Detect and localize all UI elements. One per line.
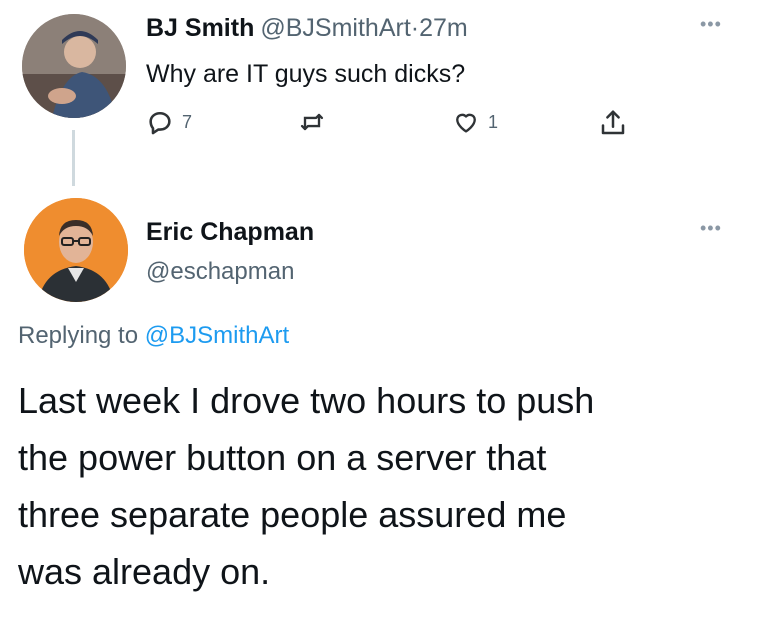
author-handle[interactable]: @BJSmithArt [260, 14, 410, 42]
reply-icon [149, 111, 171, 135]
author-handle[interactable]: @eschapman [146, 258, 294, 286]
like-count: 1 [488, 111, 499, 132]
author-name[interactable]: BJ Smith [146, 14, 254, 42]
avatar-photo-eric-chapman [24, 198, 128, 302]
thread-connector-line [72, 130, 75, 186]
more-options-icon[interactable]: ••• [700, 14, 722, 35]
tweet-time[interactable]: 27m [419, 14, 468, 42]
author-meta: @BJSmithArt·27m [260, 14, 467, 42]
replying-to-prefix: Replying to [18, 322, 139, 349]
replying-to-line: Replying to @BJSmithArt [18, 322, 289, 350]
tweet-body-line: the power button on a server that [18, 437, 547, 478]
avatar-photo-bj-smith [22, 14, 126, 118]
avatar-eric-chapman[interactable] [24, 198, 128, 302]
reply-button[interactable]: 7 [146, 108, 192, 136]
tweet2-body: Last week I drove two hours to push the … [18, 372, 738, 600]
reply-count: 7 [182, 111, 193, 132]
tweet1-action-bar: 7 1 [146, 108, 646, 148]
like-button[interactable]: 1 [452, 108, 498, 136]
tweet1-header: BJ Smith @BJSmithArt·27m [146, 14, 468, 43]
retweet-icon [300, 113, 324, 131]
more-options-icon[interactable]: ••• [700, 218, 722, 239]
tweet-body-line: was already on. [18, 551, 271, 592]
tweet-body-line: Last week I drove two hours to push [18, 380, 595, 421]
meta-separator: · [410, 14, 420, 42]
retweet-button[interactable] [298, 108, 334, 136]
avatar-bj-smith[interactable] [22, 14, 126, 118]
replying-to-handle-link[interactable]: @BJSmithArt [145, 322, 289, 349]
tweet1-text: Why are IT guys such dicks? [146, 60, 466, 88]
author-name[interactable]: Eric Chapman [146, 218, 314, 247]
share-button[interactable] [598, 108, 628, 138]
heart-icon [456, 113, 476, 133]
tweet-body-line: three separate people assured me [18, 494, 567, 535]
share-icon [601, 110, 625, 135]
